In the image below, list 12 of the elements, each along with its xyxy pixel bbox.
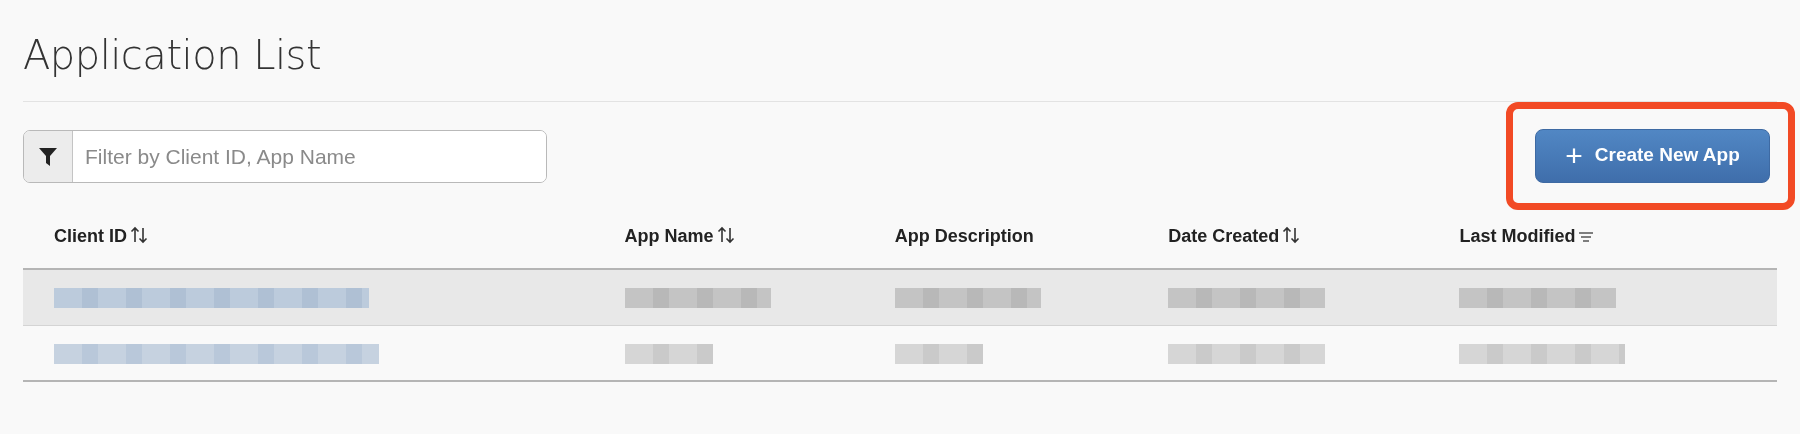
sort-icon[interactable] [130,226,148,244]
column-header[interactable]: App Description [894,226,1034,246]
filter-icon [39,146,57,167]
column-header[interactable]: Date Created [1168,226,1280,246]
column-header[interactable]: Last Modified [1459,226,1576,246]
filter-field[interactable]: Filter by Client ID, App Name [23,130,547,183]
column-header[interactable]: Client ID [54,226,127,246]
column-header[interactable]: App Name [624,226,714,246]
sort-icon[interactable] [716,226,735,244]
sort-icon[interactable] [1282,226,1301,244]
page-title: Application List [23,31,323,79]
create-new-app-button[interactable]: + Create New App [1535,128,1770,183]
